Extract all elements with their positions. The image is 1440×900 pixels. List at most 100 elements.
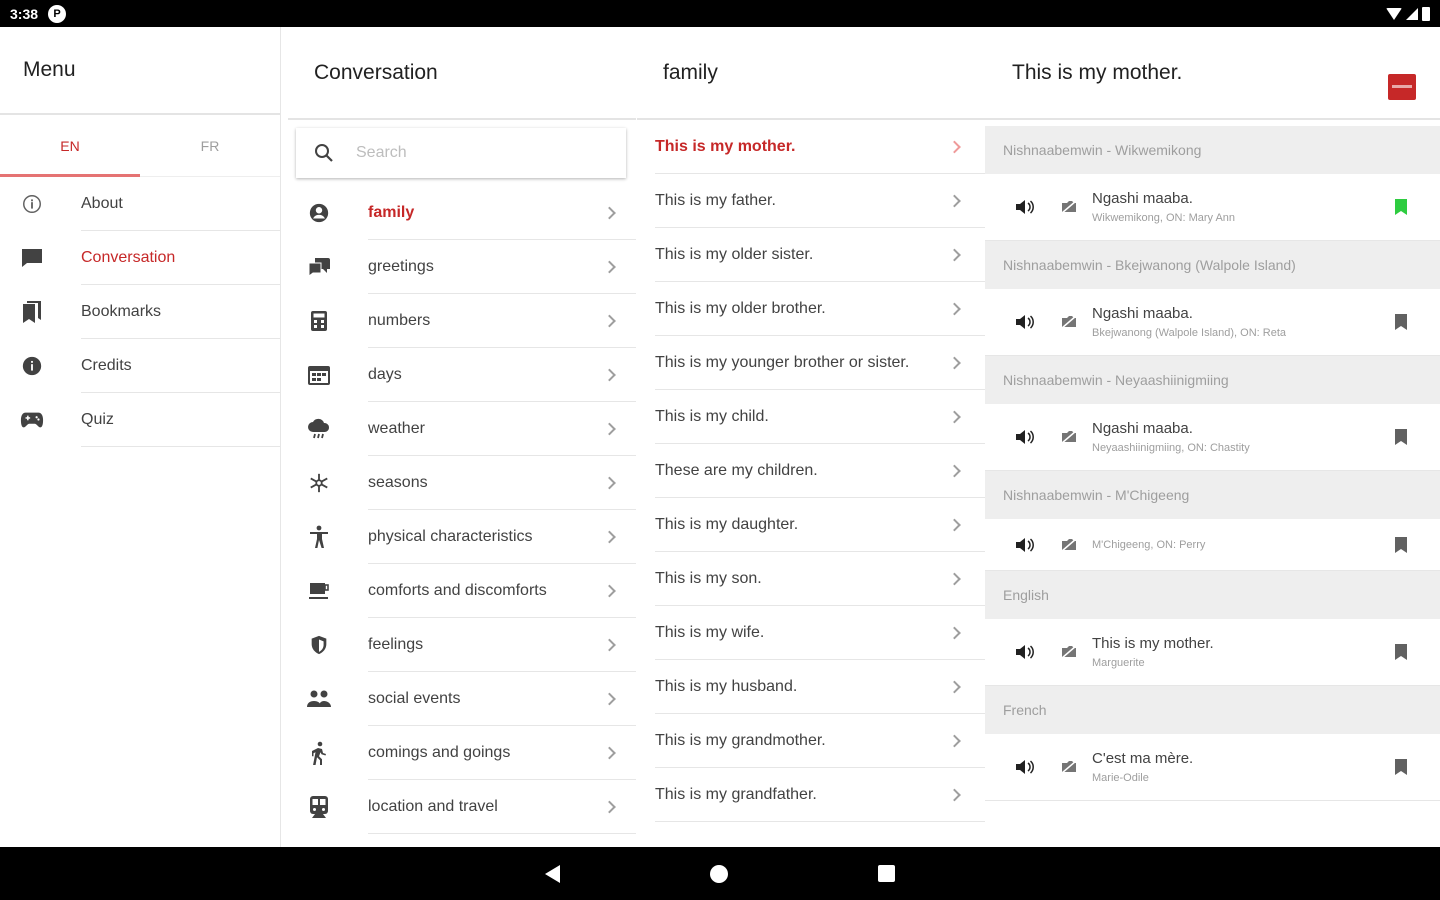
phrase-row[interactable]: This is my grandmother.: [655, 714, 985, 768]
menu-item-bookmarks[interactable]: Bookmarks: [0, 285, 280, 339]
home-icon[interactable]: [710, 864, 728, 883]
category-feelings[interactable]: feelings: [288, 618, 636, 672]
train-icon: [306, 794, 332, 820]
phrase-row[interactable]: This is my father.: [655, 174, 985, 228]
phrase-label: This is my daughter.: [655, 515, 799, 533]
phrase-list: This is my mother. This is my father. Th…: [637, 120, 985, 822]
people-icon: [306, 686, 332, 712]
phrase-row[interactable]: This is my older brother.: [655, 282, 985, 336]
bookmark-icon[interactable]: [1395, 644, 1407, 660]
wifi-icon: [1386, 7, 1402, 20]
mic-off-icon[interactable]: [1061, 537, 1077, 552]
category-seasons[interactable]: seasons: [288, 456, 636, 510]
category-label: social events: [368, 672, 636, 726]
recording-speaker: Neyaashiinigmiing, ON: Chastity: [1092, 442, 1250, 454]
recording-phrase: Ngashi maaba.: [1092, 305, 1193, 322]
bookmark-icon[interactable]: [1395, 314, 1407, 330]
language-header: English: [985, 571, 1440, 619]
back-icon[interactable]: [545, 864, 560, 883]
phrase-row[interactable]: This is my older sister.: [655, 228, 985, 282]
phrase-label: This is my child.: [655, 407, 769, 425]
mic-off-icon[interactable]: [1061, 315, 1077, 329]
speaker-icon[interactable]: [1016, 760, 1036, 774]
language-header: French: [985, 686, 1440, 734]
phrase-row[interactable]: This is my husband.: [655, 660, 985, 714]
phrase-row[interactable]: This is my grandfather.: [655, 768, 985, 822]
chat-icon: [20, 246, 44, 270]
phrase-row[interactable]: These are my children.: [655, 444, 985, 498]
category-label: greetings: [368, 240, 636, 294]
dialect-header: Nishnaabemwin - Wikwemikong: [985, 126, 1440, 174]
category-greetings[interactable]: greetings: [288, 240, 636, 294]
phrase-label: This is my son.: [655, 569, 762, 587]
category-family[interactable]: family: [288, 186, 636, 240]
recording-text: Ngashi maaba. Bkejwanong (Walpole Island…: [1092, 305, 1286, 339]
chevron-right-icon: [948, 248, 961, 261]
category-label: seasons: [368, 456, 636, 510]
phrase-label: This is my wife.: [655, 623, 765, 641]
phrase-row[interactable]: This is my mother.: [655, 120, 985, 174]
speaker-icon[interactable]: [1016, 645, 1036, 659]
phrase-row[interactable]: This is my child.: [655, 390, 985, 444]
search-box[interactable]: [296, 128, 626, 178]
recent-apps-icon[interactable]: [878, 865, 895, 882]
mic-off-icon[interactable]: [1061, 200, 1077, 214]
category-weather[interactable]: weather: [288, 402, 636, 456]
recording-text: M'Chigeeng, ON: Perry: [1092, 539, 1205, 551]
menu-item-conversation[interactable]: Conversation: [0, 231, 280, 285]
chevron-right-icon: [948, 140, 961, 153]
category-label: comforts and discomforts: [368, 564, 636, 618]
category-days[interactable]: days: [288, 348, 636, 402]
bookmark-icon[interactable]: [1395, 199, 1407, 215]
info-icon: [20, 354, 44, 378]
menu-item-credits[interactable]: Credits: [0, 339, 280, 393]
phrase-row[interactable]: This is my daughter.: [655, 498, 985, 552]
navigation-bar: [0, 847, 1440, 900]
category-physical-characteristics[interactable]: physical characteristics: [288, 510, 636, 564]
gamepad-icon: [20, 408, 44, 432]
category-comforts-and-discomforts[interactable]: comforts and discomforts: [288, 564, 636, 618]
mic-off-icon[interactable]: [1061, 430, 1077, 444]
speaker-icon[interactable]: [1016, 200, 1036, 214]
chevron-right-icon: [948, 410, 961, 423]
status-bar: 3:38 P: [0, 0, 1440, 27]
chevron-right-icon: [948, 680, 961, 693]
tab-fr[interactable]: FR: [140, 115, 280, 176]
bookmark-icon[interactable]: [1395, 759, 1407, 775]
phrase-row[interactable]: This is my wife.: [655, 606, 985, 660]
category-numbers[interactable]: numbers: [288, 294, 636, 348]
speaker-icon[interactable]: [1016, 430, 1036, 444]
recording-entry: Ngashi maaba. Bkejwanong (Walpole Island…: [985, 289, 1440, 356]
mic-off-icon[interactable]: [1061, 760, 1077, 774]
phrase-row[interactable]: This is my son.: [655, 552, 985, 606]
recording-phrase: Ngashi maaba.: [1092, 190, 1193, 207]
recording-speaker: M'Chigeeng, ON: Perry: [1092, 538, 1206, 551]
category-label: family: [368, 186, 636, 240]
mic-off-icon[interactable]: [1061, 645, 1077, 659]
cloud-rain-icon: [306, 416, 332, 442]
bookmark-icon[interactable]: [1395, 429, 1407, 445]
speaker-icon[interactable]: [1016, 315, 1036, 329]
signal-icon: [1406, 7, 1418, 20]
status-icons: [1386, 6, 1430, 21]
category-label: weather: [368, 402, 636, 456]
menu-list: About Conversation Bookmarks Credits Qui…: [0, 177, 280, 447]
category-location-and-travel[interactable]: location and travel: [288, 780, 636, 834]
category-label: comings and goings: [368, 726, 636, 780]
menu-item-about[interactable]: About: [0, 177, 280, 231]
info-outline-icon: [20, 192, 44, 216]
phrase-label: This is my grandfather.: [655, 785, 817, 803]
menu-item-quiz[interactable]: Quiz: [0, 393, 280, 447]
category-social-events[interactable]: social events: [288, 672, 636, 726]
bookmark-icon[interactable]: [1395, 536, 1407, 553]
phrase-row[interactable]: This is my younger brother or sister.: [655, 336, 985, 390]
book-icon[interactable]: [1388, 74, 1416, 100]
menu-item-label: Bookmarks: [81, 285, 280, 339]
speaker-icon[interactable]: [1016, 537, 1036, 552]
tab-en[interactable]: EN: [0, 115, 140, 177]
snowflake-icon: [306, 470, 332, 496]
category-comings-and-goings[interactable]: comings and goings: [288, 726, 636, 780]
phrase-label: This is my husband.: [655, 677, 798, 695]
chevron-right-icon: [948, 464, 961, 477]
search-input[interactable]: [356, 144, 596, 162]
